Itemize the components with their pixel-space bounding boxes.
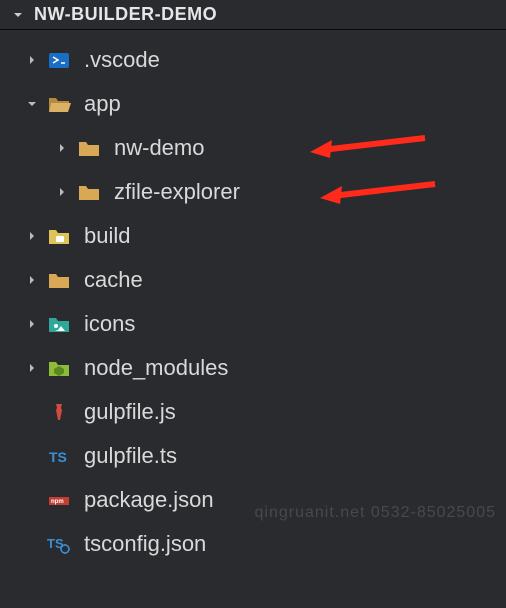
build-icon [46, 223, 72, 249]
chevron-right-icon[interactable] [24, 319, 40, 329]
tree-item[interactable]: npm package.json [0, 478, 506, 522]
chevron-right-icon[interactable] [54, 187, 70, 197]
project-title: NW-BUILDER-DEMO [34, 4, 217, 25]
tree-item-label: app [84, 91, 121, 117]
tree-item[interactable]: node_modules [0, 346, 506, 390]
folder-icon [76, 135, 102, 161]
tree-item[interactable]: build [0, 214, 506, 258]
tsconfig-icon: TS [46, 531, 72, 557]
tree-item[interactable]: nw-demo [0, 126, 506, 170]
tree-item-label: tsconfig.json [84, 531, 206, 557]
folder-icon [46, 267, 72, 293]
tree-item-label: gulpfile.js [84, 399, 176, 425]
tree-item-label: package.json [84, 487, 214, 513]
svg-text:TS: TS [49, 449, 67, 465]
tree-item-label: cache [84, 267, 143, 293]
nodemods-icon [46, 355, 72, 381]
tree-item[interactable]: icons [0, 302, 506, 346]
tree-item-label: nw-demo [114, 135, 204, 161]
tree-item[interactable]: zfile-explorer [0, 170, 506, 214]
tree-item[interactable]: gulpfile.js [0, 390, 506, 434]
chevron-right-icon[interactable] [24, 275, 40, 285]
svg-text:npm: npm [51, 499, 64, 505]
tree-item[interactable]: .vscode [0, 38, 506, 82]
vscode-icon [46, 47, 72, 73]
file-tree: .vscode app nw-demo zfile-explorer build cach… [0, 30, 506, 566]
npm-icon: npm [46, 487, 72, 513]
tree-item[interactable]: TS tsconfig.json [0, 522, 506, 566]
ts-icon: TS [46, 443, 72, 469]
tree-item[interactable]: app [0, 82, 506, 126]
tree-item-label: gulpfile.ts [84, 443, 177, 469]
chevron-right-icon[interactable] [24, 363, 40, 373]
chevron-right-icon[interactable] [54, 143, 70, 153]
tree-item-label: zfile-explorer [114, 179, 240, 205]
tree-item-label: build [84, 223, 130, 249]
chevron-right-icon[interactable] [24, 231, 40, 241]
chevron-down-icon[interactable] [24, 99, 40, 109]
folder-open-icon [46, 91, 72, 117]
gulp-icon [46, 399, 72, 425]
icons-icon [46, 311, 72, 337]
folder-icon [76, 179, 102, 205]
tree-item[interactable]: cache [0, 258, 506, 302]
tree-item-label: icons [84, 311, 135, 337]
tree-item-label: .vscode [84, 47, 160, 73]
tree-item[interactable]: TS gulpfile.ts [0, 434, 506, 478]
tree-item-label: node_modules [84, 355, 228, 381]
chevron-down-icon [10, 10, 26, 20]
project-header[interactable]: NW-BUILDER-DEMO [0, 0, 506, 30]
chevron-right-icon[interactable] [24, 55, 40, 65]
